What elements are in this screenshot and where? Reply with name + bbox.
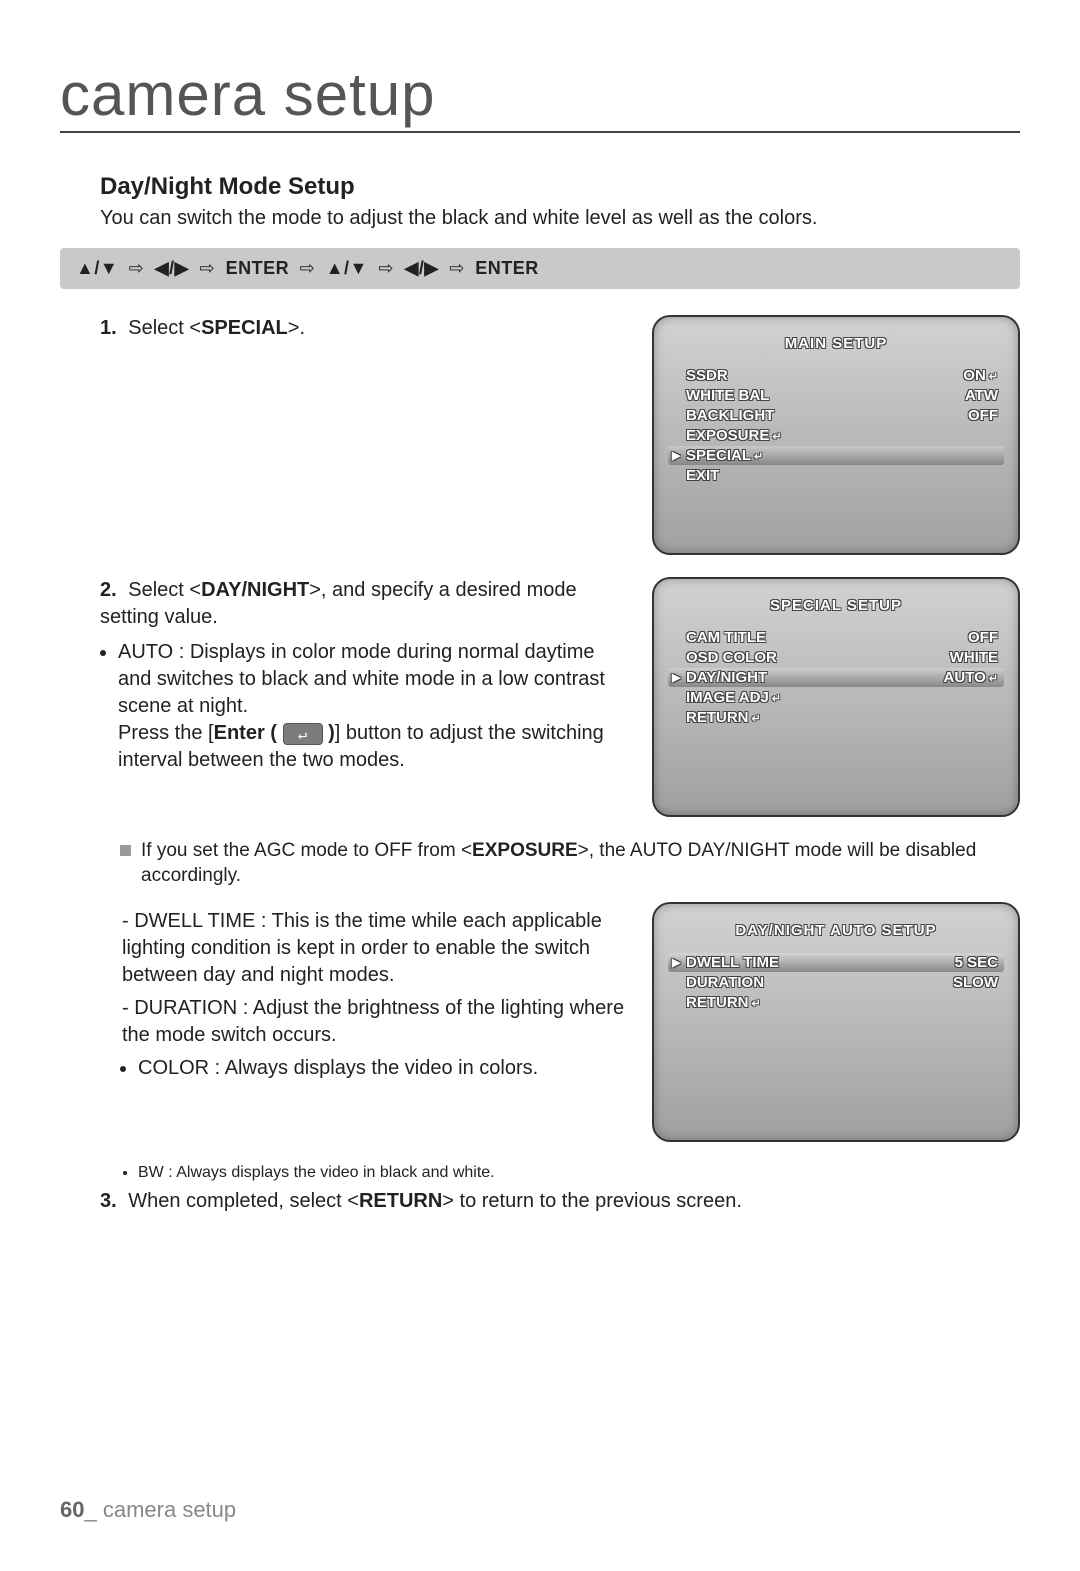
osd-item-return[interactable]: RETURN↵	[668, 708, 1004, 727]
press-enter-label: Enter (	[214, 722, 277, 744]
intro-text: You can switch the mode to adjust the bl…	[100, 207, 1020, 230]
dash-dwell-time: DWELL TIME : This is the time while each…	[122, 908, 627, 989]
step-3-text-c: > to return to the previous screen.	[442, 1190, 742, 1212]
nav-updown-icon: ▲/▼	[326, 258, 368, 278]
press-a: Press the [	[118, 722, 214, 744]
nav-enter: ENTER	[226, 258, 290, 278]
nav-leftright-icon: ◀/▶	[404, 258, 438, 278]
enter-icon: ↵	[989, 673, 998, 685]
agc-note: If you set the AGC mode to OFF from <EXP…	[120, 839, 1020, 888]
osd-item-backlight[interactable]: BACKLIGHTOFF	[668, 406, 1004, 425]
osd-title: DAY/NIGHT AUTO SETUP	[668, 922, 1004, 939]
enter-icon: ↵	[752, 998, 761, 1010]
page-footer: 60_ camera setup	[60, 1497, 236, 1523]
step-3-return: RETURN	[359, 1190, 442, 1212]
osd-item-daynight[interactable]: DAY/NIGHTAUTO↵	[668, 668, 1004, 687]
nav-leftright-icon: ◀/▶	[155, 258, 189, 278]
step-2-text-a: Select <	[128, 579, 201, 601]
osd-item-osdcolor[interactable]: OSD COLORWHITE	[668, 648, 1004, 667]
arrow-right-icon: ⇨	[378, 258, 394, 278]
bullet-bw: BW : Always displays the video in black …	[138, 1164, 1020, 1182]
enter-icon: ↵	[989, 371, 998, 383]
note-marker-icon	[120, 845, 131, 856]
osd-item-exit[interactable]: EXIT	[668, 466, 1004, 485]
arrow-right-icon: ⇨	[129, 258, 145, 278]
page-title: camera setup	[60, 60, 1020, 133]
footer-label: camera setup	[103, 1497, 236, 1522]
step-2-number: 2.	[100, 579, 117, 601]
osd-special-setup: SPECIAL SETUP CAM TITLEOFF OSD COLORWHIT…	[652, 577, 1020, 817]
press-c: )	[328, 722, 335, 744]
step-3-number: 3.	[100, 1190, 117, 1212]
osd-item-ssdr[interactable]: SSDRON↵	[668, 366, 1004, 385]
arrow-right-icon: ⇨	[199, 258, 215, 278]
section-heading: Day/Night Mode Setup	[100, 173, 1020, 201]
step-1-special: SPECIAL	[201, 317, 288, 339]
nav-enter: ENTER	[475, 258, 539, 278]
nav-sequence-bar: ▲/▼ ⇨ ◀/▶ ⇨ ENTER ⇨ ▲/▼ ⇨ ◀/▶ ⇨ ENTER	[60, 248, 1020, 289]
arrow-right-icon: ⇨	[300, 258, 316, 278]
osd-main-setup: MAIN SETUP SSDRON↵ WHITE BALATW BACKLIGH…	[652, 315, 1020, 555]
enter-key-icon: ↵	[283, 723, 323, 745]
enter-icon: ↵	[752, 713, 761, 725]
osd-item-whitebal[interactable]: WHITE BALATW	[668, 386, 1004, 405]
osd-item-camtitle[interactable]: CAM TITLEOFF	[668, 628, 1004, 647]
osd-item-dwelltime[interactable]: DWELL TIME5 SEC	[668, 953, 1004, 972]
osd-item-duration[interactable]: DURATIONSLOW	[668, 973, 1004, 992]
enter-icon: ↵	[772, 431, 781, 443]
osd-item-return[interactable]: RETURN↵	[668, 993, 1004, 1012]
enter-icon: ↵	[772, 693, 781, 705]
step-1-text-a: Select <	[128, 317, 201, 339]
step-1-text-c: >.	[288, 317, 305, 339]
osd-title: SPECIAL SETUP	[668, 597, 1004, 614]
step-2-daynight: DAY/NIGHT	[201, 579, 309, 601]
bullet-auto: AUTO : Displays in color mode during nor…	[118, 639, 627, 774]
page-number: 60	[60, 1497, 84, 1522]
bullet-color: COLOR : Always displays the video in col…	[138, 1055, 627, 1082]
enter-icon: ↵	[754, 451, 763, 463]
osd-item-imageadj[interactable]: IMAGE ADJ↵	[668, 688, 1004, 707]
footer-sep: _	[84, 1497, 102, 1522]
osd-daynight-auto-setup: DAY/NIGHT AUTO SETUP DWELL TIME5 SEC DUR…	[652, 902, 1020, 1142]
osd-item-exposure[interactable]: EXPOSURE↵	[668, 426, 1004, 445]
dash-duration: DURATION : Adjust the brightness of the …	[122, 995, 627, 1049]
osd-item-special[interactable]: SPECIAL↵	[668, 446, 1004, 465]
step-3-text-a: When completed, select <	[128, 1190, 359, 1212]
step-1-number: 1.	[100, 317, 117, 339]
arrow-right-icon: ⇨	[449, 258, 465, 278]
nav-updown-icon: ▲/▼	[76, 258, 118, 278]
osd-title: MAIN SETUP	[668, 335, 1004, 352]
